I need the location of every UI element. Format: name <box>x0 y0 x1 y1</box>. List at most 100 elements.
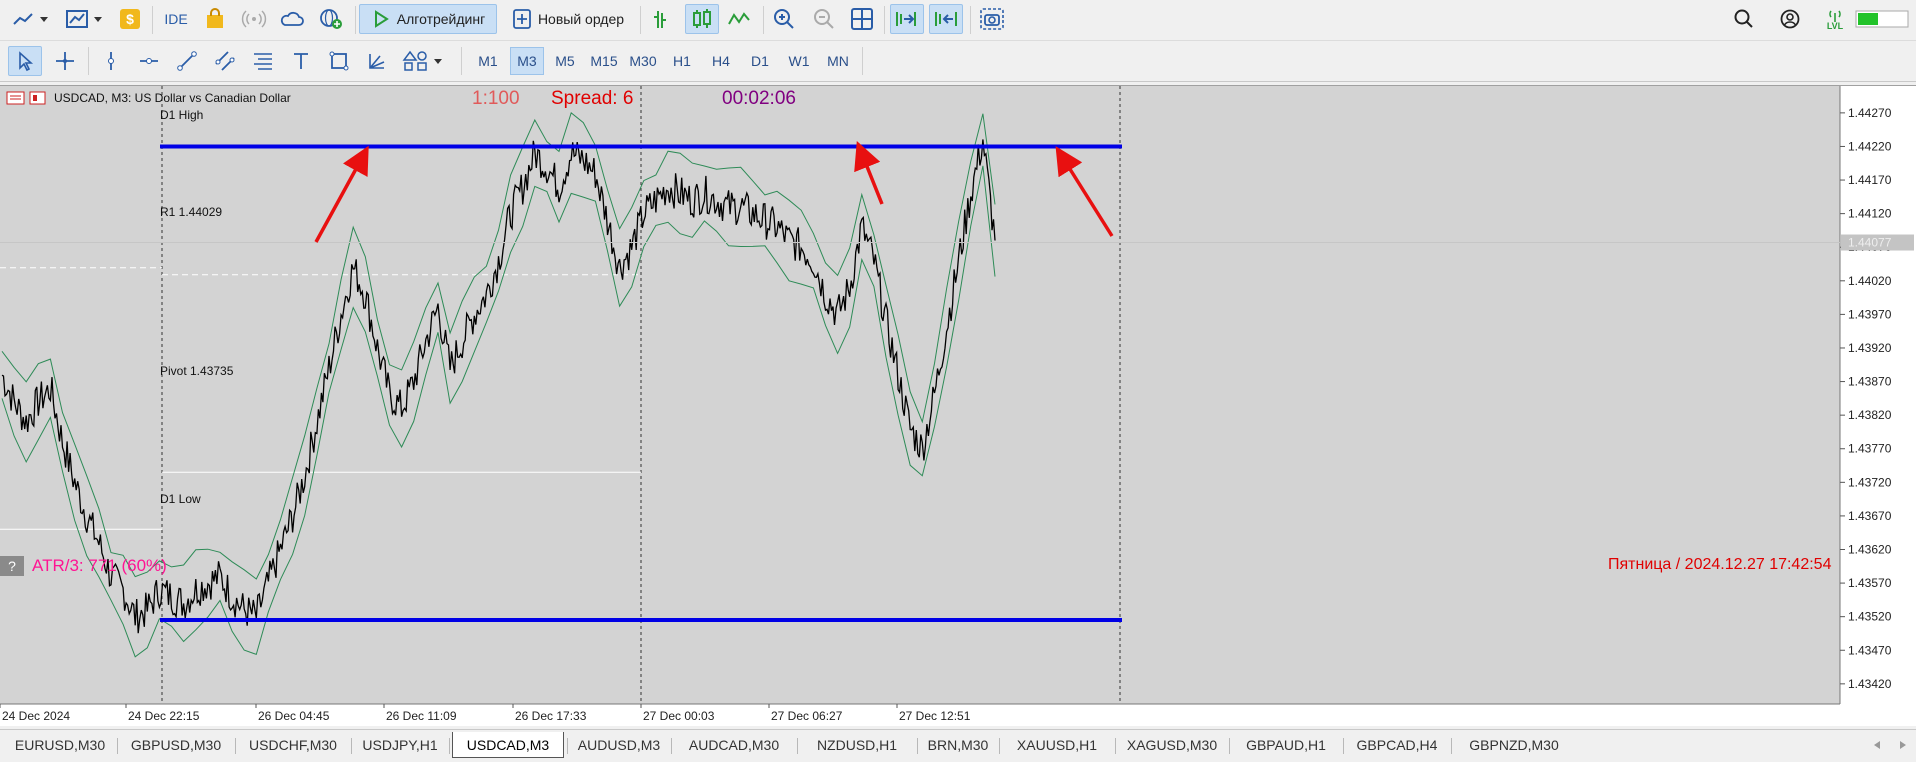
chart-type-dropdown[interactable] <box>10 4 50 34</box>
auto-scroll-button[interactable] <box>890 4 924 34</box>
svg-text:$: $ <box>126 11 134 27</box>
crosshair-tool[interactable] <box>50 46 80 76</box>
signals-button[interactable] <box>240 4 268 34</box>
timeframe-m3[interactable]: M3 <box>510 47 544 75</box>
time-tick-label: 24 Dec 2024 <box>2 709 70 723</box>
tab-scroll-arrows[interactable] <box>1868 738 1912 752</box>
antenna-icon <box>1829 10 1841 22</box>
tab-separator <box>235 738 236 754</box>
chart-window[interactable]: 1.442701.442201.441701.441201.440701.440… <box>0 85 1916 726</box>
webinar-button[interactable] <box>316 4 346 34</box>
price-tick-label: 1.43920 <box>1848 341 1892 355</box>
horizontal-line-tool[interactable] <box>134 46 164 76</box>
symbol-tab[interactable]: GBPUSD,M30 <box>120 732 232 758</box>
drawing-toolbar: M1 M3 M5 M15 M30 H1 H4 D1 W1 MN <box>0 41 1916 82</box>
price-tick-label: 1.43520 <box>1848 610 1892 624</box>
plus-document-icon <box>513 9 531 29</box>
timeframe-m5[interactable]: M5 <box>548 47 582 75</box>
chart-caption: USDCAD, M3: US Dollar vs Canadian Dollar <box>6 90 291 106</box>
search-icon <box>1734 9 1753 28</box>
symbol-tab[interactable]: AUDCAD,M30 <box>674 732 794 758</box>
fibonacci-tool[interactable] <box>248 46 278 76</box>
cursor-tool[interactable] <box>8 46 42 76</box>
one-click-trading-icon[interactable] <box>6 90 26 106</box>
datetime-label: Пятница / 2024.12.27 17:42:54 <box>1608 556 1832 573</box>
tab-separator <box>999 738 1000 754</box>
timeframe-m30[interactable]: M30 <box>626 47 660 75</box>
tab-separator <box>1451 738 1452 754</box>
symbol-tab[interactable]: USDCHF,M30 <box>238 732 348 758</box>
gann-tool[interactable] <box>362 46 392 76</box>
algo-trading-button[interactable]: Алготрейдинг <box>359 4 497 34</box>
chart-shift-button[interactable] <box>929 4 963 34</box>
new-order-button[interactable]: Новый ордер <box>503 4 633 34</box>
symbol-tab[interactable]: AUDUSD,M3 <box>570 732 668 758</box>
leverage-label: 1:100 <box>472 88 520 109</box>
zoom-out-icon <box>814 9 834 29</box>
vps-button[interactable] <box>278 4 306 34</box>
timeframe-mn[interactable]: MN <box>821 47 855 75</box>
annotation-arrow <box>854 141 884 205</box>
tab-separator <box>1343 738 1344 754</box>
market-button[interactable]: $ <box>117 4 143 34</box>
upper-band-line <box>1 112 996 580</box>
symbol-tab[interactable]: USDJPY,H1 <box>354 732 446 758</box>
timer-label: 00:02:06 <box>722 88 796 109</box>
market-bag-button[interactable] <box>202 4 228 34</box>
account-button[interactable] <box>1776 4 1804 34</box>
symbol-tab[interactable]: NZDUSD,H1 <box>800 732 914 758</box>
timeframe-w1[interactable]: W1 <box>782 47 816 75</box>
price-tick-label: 1.44270 <box>1848 106 1892 120</box>
vertical-line-tool[interactable] <box>96 46 126 76</box>
tab-separator <box>567 738 568 754</box>
timeframe-d1[interactable]: D1 <box>743 47 777 75</box>
ide-button[interactable]: IDE <box>161 4 191 34</box>
indicators-dropdown[interactable] <box>62 4 106 34</box>
indicators-icon <box>66 10 102 28</box>
symbol-tab[interactable]: GBPNZD,M30 <box>1454 732 1574 758</box>
symbol-tab[interactable]: GBPCAD,H4 <box>1346 732 1448 758</box>
symbol-tab[interactable]: USDCAD,M3 <box>452 732 564 758</box>
price-chart[interactable]: 1.442701.442201.441701.441201.440701.440… <box>0 86 1916 726</box>
help-button[interactable]: ? <box>0 556 24 576</box>
symbol-caption: USDCAD, M3: US Dollar vs Canadian Dollar <box>54 91 291 105</box>
bar-chart-button[interactable] <box>648 4 678 34</box>
zoom-in-button[interactable] <box>769 4 799 34</box>
lvl-indicator[interactable]: LVL <box>1820 4 1850 34</box>
rectangle-tool[interactable] <box>324 46 354 76</box>
depth-of-market-icon[interactable] <box>28 90 48 106</box>
search-button[interactable] <box>1730 4 1758 34</box>
symbol-tab[interactable]: EURUSD,M30 <box>6 732 114 758</box>
time-tick-label: 27 Dec 12:51 <box>899 709 971 723</box>
time-tick-label: 27 Dec 06:27 <box>771 709 843 723</box>
symbol-tab[interactable]: BRN,M30 <box>920 732 996 758</box>
screenshot-button[interactable] <box>977 4 1007 34</box>
price-tick-label: 1.44020 <box>1848 274 1892 288</box>
text-tool[interactable] <box>286 46 316 76</box>
price-tick-label: 1.43670 <box>1848 509 1892 523</box>
timeframe-m15[interactable]: M15 <box>587 47 621 75</box>
symbol-tab[interactable]: XAGUSD,M30 <box>1118 732 1226 758</box>
price-tick-label: 1.44120 <box>1848 207 1892 221</box>
tab-separator <box>449 738 450 754</box>
zoom-out-button[interactable] <box>809 4 839 34</box>
cloud-icon <box>280 11 304 26</box>
trendline-tool[interactable] <box>172 46 202 76</box>
signal-icon <box>241 10 267 28</box>
zoom-in-icon <box>774 9 794 29</box>
candlestick-button[interactable] <box>685 4 719 34</box>
connection-status <box>1854 4 1910 34</box>
cursor-icon <box>19 51 34 72</box>
channel-tool[interactable] <box>210 46 240 76</box>
symbol-tab[interactable]: XAUUSD,H1 <box>1002 732 1112 758</box>
tab-separator <box>117 738 118 754</box>
timeframe-h4[interactable]: H4 <box>704 47 738 75</box>
symbol-tab[interactable]: GBPAUD,H1 <box>1232 732 1340 758</box>
timeframe-m1[interactable]: M1 <box>471 47 505 75</box>
tile-windows-button[interactable] <box>847 4 877 34</box>
price-tick-label: 1.43770 <box>1848 442 1892 456</box>
line-chart-button[interactable] <box>725 4 755 34</box>
shapes-dropdown[interactable] <box>400 46 450 76</box>
shapes-icon <box>402 50 442 71</box>
timeframe-h1[interactable]: H1 <box>665 47 699 75</box>
